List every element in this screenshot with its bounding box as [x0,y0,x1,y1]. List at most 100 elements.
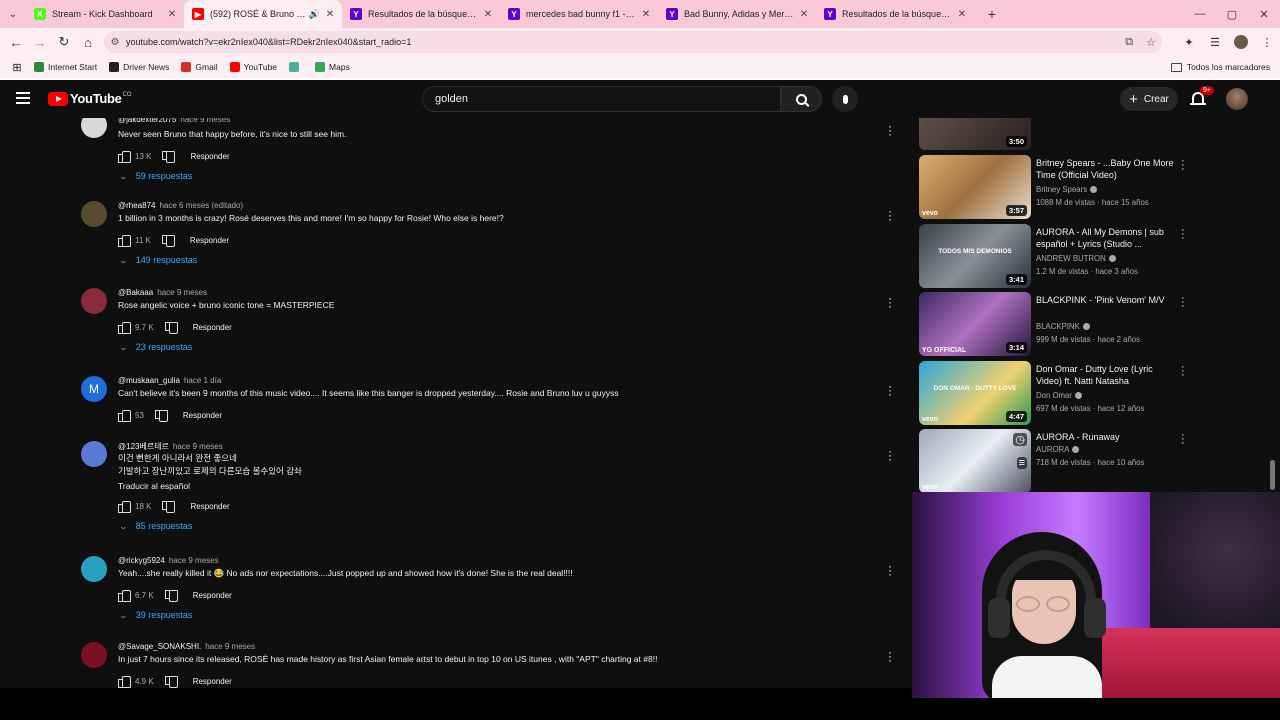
comment-more-icon[interactable]: · · · [887,646,893,666]
comment-timestamp[interactable]: hace 1 día [184,376,221,385]
comment-timestamp[interactable]: hace 9 meses [205,642,255,651]
tab-search-chevron-icon[interactable]: ⌄ [0,0,26,28]
recommended-video[interactable]: vevo 3:57 Britney Spears - ...Baby One Mor… [919,155,1279,219]
create-button[interactable]: + Crear [1120,87,1178,111]
browser-tab[interactable]: Ymercedes bad bunny f1 - Yaho ✕ [500,0,658,28]
channel-name[interactable]: Britney Spears [1036,185,1098,194]
tab-close-icon[interactable]: ✕ [798,9,810,20]
browser-tab[interactable]: K Stream - Kick Dashboard ✕ [26,0,184,28]
profile-avatar[interactable] [1234,35,1248,49]
video-thumbnail[interactable]: YG OFFICIAL 3:14 [919,292,1031,356]
add-to-queue-icon[interactable]: ≡ [1016,457,1027,469]
reply-button[interactable]: Responder [183,411,222,420]
reply-button[interactable]: Responder [193,677,232,686]
comment-more-icon[interactable]: · · · [887,560,893,580]
dislike-thumb-down-icon[interactable] [164,321,178,334]
menu-hamburger-icon[interactable] [16,92,30,104]
video-more-icon[interactable]: · · · [1181,362,1185,381]
recommended-video[interactable]: 3:50Quevedo5.9 M de vistas · hace 3 sema… [919,118,1279,150]
like-thumb-up-icon[interactable] [117,150,131,163]
comment-more-icon[interactable]: · · · [887,292,893,312]
video-title[interactable]: BLACKPINK - 'Pink Venom' M/V [1036,294,1176,306]
apps-grid-icon[interactable]: ⊞ [0,61,34,74]
account-avatar[interactable] [1226,88,1248,110]
site-info-icon[interactable]: ⚙ [104,37,126,48]
tab-close-icon[interactable]: ✕ [956,9,968,20]
bookmark-item[interactable]: Internet Start [34,62,97,72]
comment-avatar[interactable] [81,642,107,668]
like-thumb-up-icon[interactable] [117,321,131,334]
view-replies-button[interactable]: ⌄ 59 respuestas [119,171,193,181]
install-app-icon[interactable]: ⧉ [1118,36,1140,49]
notifications-bell-icon[interactable]: 9+ [1190,86,1214,108]
tab-close-icon[interactable]: ✕ [324,9,336,20]
browser-tab[interactable]: ▶ (592) ROSÉ & Bruno Mars -🔊 ✕ [184,0,342,28]
comment-username[interactable]: @jakdexter2075 [118,118,176,124]
dislike-thumb-down-icon[interactable] [161,234,175,247]
recommended-video[interactable]: DON OMAR · DUTTY LOVE vevo 4:47 Don Omar - … [919,361,1279,425]
tab-close-icon[interactable]: ✕ [482,9,494,20]
scrollbar-thumb[interactable] [1270,460,1275,490]
video-title[interactable]: Britney Spears - ...Baby One More Time (… [1036,157,1176,181]
comment-more-icon[interactable]: · · · [887,445,893,465]
comment-more-icon[interactable]: · · · [887,380,893,400]
like-thumb-up-icon[interactable] [117,500,131,513]
recommended-video[interactable]: YG OFFICIAL 3:14 BLACKPINK - 'Pink Venom' … [919,292,1279,356]
like-thumb-up-icon[interactable] [117,589,131,602]
bookmark-item[interactable]: Maps [315,62,350,72]
video-title[interactable]: Don Omar - Dutty Love (Lyric Video) ft. … [1036,363,1176,387]
video-title[interactable]: AURORA - Runaway [1036,431,1176,443]
youtube-logo[interactable]: YouTube CO [48,91,132,106]
bookmark-item[interactable] [289,62,303,72]
tab-close-icon[interactable]: ✕ [640,9,652,20]
channel-name[interactable]: ANDREW BUTRON [1036,254,1116,263]
dislike-thumb-down-icon[interactable] [164,589,178,602]
reading-list-icon[interactable]: ☰ [1202,28,1228,56]
dislike-thumb-down-icon[interactable] [161,150,176,163]
new-tab-button[interactable]: + [980,6,1004,22]
back-arrow-icon[interactable]: ← [4,30,28,54]
bookmark-item[interactable]: Driver News [109,62,169,72]
like-thumb-up-icon[interactable] [117,675,131,688]
comment-avatar[interactable] [81,118,107,138]
bookmark-item[interactable]: Gmail [181,62,218,72]
speaker-icon[interactable]: 🔊 [309,9,320,20]
browser-menu-icon[interactable]: ⋮ [1254,28,1280,56]
reply-button[interactable]: Responder [193,591,232,600]
comment-avatar[interactable] [81,556,107,582]
video-more-icon[interactable]: · · · [1181,293,1185,312]
view-replies-button[interactable]: ⌄ 149 respuestas [119,255,198,265]
video-thumbnail[interactable]: 3:50 [919,118,1031,150]
forward-arrow-icon[interactable]: → [28,30,52,54]
search-input[interactable]: golden [422,86,782,112]
minimize-icon[interactable]: — [1184,0,1216,28]
recommended-video[interactable]: TODOS MIS DEMONIOS 3:41 AURORA - All My De… [919,224,1279,288]
reply-button[interactable]: Responder [193,323,232,332]
all-bookmarks[interactable]: Todos los marcadores [1170,56,1270,78]
maximize-icon[interactable]: ▢ [1216,0,1248,28]
bookmark-item[interactable]: YouTube [229,62,277,72]
voice-search-button[interactable] [832,86,858,112]
video-thumbnail[interactable]: vevo ◷ ≡ [919,429,1031,492]
comment-avatar[interactable] [81,441,107,467]
comment-username[interactable]: @rickyg5924 [118,556,165,565]
channel-name[interactable]: Don Omar [1036,391,1082,400]
address-bar[interactable]: ⚙ youtube.com/watch?v=ekr2nIex040&list=R… [104,31,1162,53]
comment-username[interactable]: @muskaan_gulia [118,376,180,385]
like-thumb-up-icon[interactable] [117,409,131,422]
reply-button[interactable]: Responder [190,236,229,245]
page-scrollbar[interactable] [1268,118,1276,492]
extensions-icon[interactable]: ✦ [1176,28,1202,56]
view-replies-button[interactable]: ⌄ 85 respuestas [119,521,193,531]
search-button[interactable] [780,86,822,112]
comment-timestamp[interactable]: hace 9 meses [169,556,219,565]
tab-close-icon[interactable]: ✕ [166,9,178,20]
url-text[interactable]: youtube.com/watch?v=ekr2nIex040&list=RDe… [126,37,1118,47]
comment-timestamp[interactable]: hace 9 meses [173,442,223,451]
like-thumb-up-icon[interactable] [117,234,131,247]
channel-name[interactable]: AURORA [1036,445,1080,454]
translate-link[interactable]: Traducir al español [118,481,190,491]
reload-icon[interactable]: ↻ [52,30,76,54]
comment-timestamp[interactable]: hace 9 meses [180,118,230,124]
view-replies-button[interactable]: ⌄ 39 respuestas [119,610,193,620]
